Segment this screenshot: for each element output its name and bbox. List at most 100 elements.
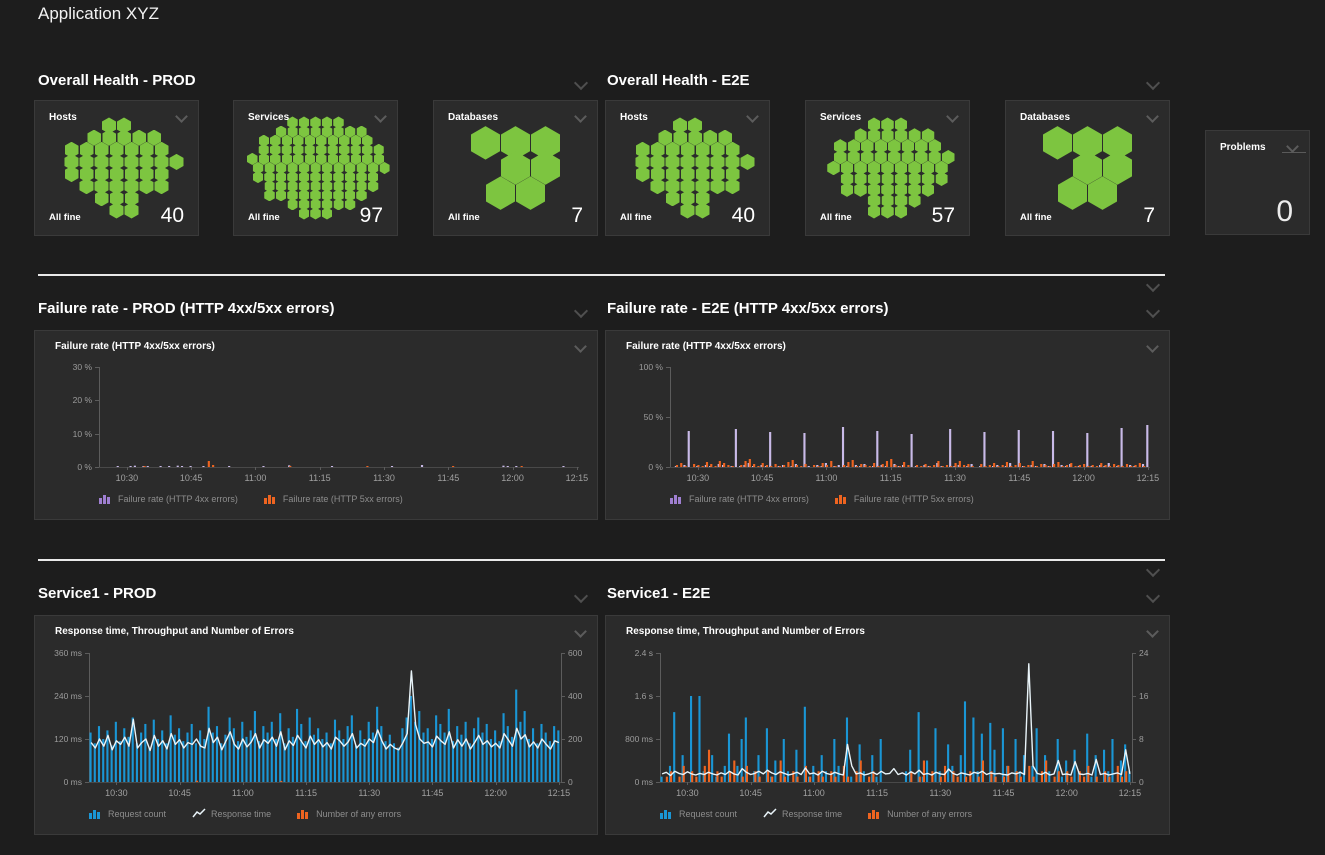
y-tick-label: 0 % [42,462,92,472]
hex-row [658,130,733,146]
hex-row [109,202,139,218]
legend-item[interactable]: Failure rate (HTTP 4xx errors) [99,493,238,504]
legend-label: Request count [679,809,737,819]
bar-series-icon [868,808,882,819]
bar-series-icon [99,493,113,504]
chevron-down-icon[interactable] [1146,278,1160,292]
health-tile-prod-hosts[interactable]: Hosts All fine 40 [34,100,199,236]
health-tile-e2e-databases[interactable]: Databases All fine 7 [1005,100,1170,236]
x-tick-label: 11:30 [358,788,380,798]
health-tile-prod-databases[interactable]: Databases All fine 7 [433,100,598,236]
y-tick-label: 0 ms [603,777,653,787]
chevron-down-icon[interactable] [1286,140,1299,153]
chart-legend: Failure rate (HTTP 4xx errors) Failure ra… [99,493,429,504]
chevron-down-icon[interactable] [574,304,588,318]
hexagon-healthy [110,202,124,218]
y-tick-label: 100 % [613,362,663,372]
x-tick-label: 10:30 [116,473,139,483]
legend-item[interactable]: Failure rate (HTTP 5xx errors) [835,493,974,504]
chart-plot-area [89,653,561,782]
problems-count: 0 [1276,195,1293,229]
status-text: All fine [620,212,652,223]
entity-count: 97 [360,204,383,228]
legend-label: Number of any errors [887,809,972,819]
y-tick-label: 2.4 s [603,648,653,658]
hexagon-healthy [368,180,379,192]
section-service1-e2e: Service1 - E2E [607,585,710,602]
section-divider [38,274,1165,276]
y-tick-label: 8 [1139,734,1144,744]
x-tick-label: 10:45 [168,788,191,798]
x-tick-label: 11:45 [1008,473,1030,483]
hexagon-healthy [1043,126,1072,159]
legend-item[interactable]: Response time [192,808,271,819]
tile-label: Services [820,112,861,123]
hex-row [64,154,184,170]
x-tick-label: 11:00 [815,473,837,483]
line-series-icon [192,808,206,819]
health-tile-e2e-hosts[interactable]: Hosts All fine 40 [605,100,770,236]
service1-e2e-chart: 2.4 s1.6 s800 ms0 ms24168010:3010:4511:0… [606,616,1169,834]
hex-row [650,178,740,194]
y-tick-label: 1.6 s [603,691,653,701]
legend-item[interactable]: Failure rate (HTTP 5xx errors) [264,493,403,504]
legend-label: Response time [211,809,271,819]
problems-tile[interactable]: Problems 0 [1205,130,1310,235]
hex-row [252,162,390,174]
legend-item[interactable]: Number of any errors [297,808,401,819]
section-overall-health-prod: Overall Health - PROD [38,72,196,89]
tile-label: Databases [1020,112,1070,123]
y-tick-label: 600 [568,648,582,658]
hexagon-healthy [935,172,948,186]
legend-item[interactable]: Response time [763,808,842,819]
legend-item[interactable]: Failure rate (HTTP 4xx errors) [670,493,809,504]
legend-label: Response time [782,809,842,819]
section-service1-prod: Service1 - PROD [38,585,156,602]
legend-item[interactable]: Request count [89,808,166,819]
hexagon-healthy [333,198,344,210]
x-tick-label: 12:15 [1137,473,1160,483]
legend-item[interactable]: Request count [660,808,737,819]
sparkline-placeholder [1282,152,1306,153]
chart-title: Failure rate (HTTP 4xx/5xx errors) [626,341,786,352]
chevron-down-icon[interactable] [1146,76,1160,90]
x-tick-label: 12:15 [566,473,589,483]
status-text: All fine [49,212,81,223]
bar-series-icon [264,493,278,504]
service1-prod-chart: 360 ms240 ms120 ms0 ms600400200010:3010:… [35,616,597,834]
y-tick-label: 24 [1139,648,1148,658]
x-tick-label: 11:15 [295,788,317,798]
x-tick-label: 11:15 [309,473,331,483]
chevron-down-icon[interactable] [574,76,588,90]
hexagon-healthy [726,178,740,194]
y-tick-label: 0 [568,777,573,787]
service1-prod-chart-tile[interactable]: Response time, Throughput and Number of … [34,615,598,835]
chevron-down-icon[interactable] [574,589,588,603]
legend-label: Failure rate (HTTP 5xx errors) [854,494,974,504]
hexagon-healthy [80,178,94,194]
x-tick-label: 11:45 [422,788,444,798]
chevron-down-icon[interactable] [1146,589,1160,603]
hexagon-healthy [711,178,725,194]
legend-label: Failure rate (HTTP 5xx errors) [283,494,403,504]
legend-item[interactable]: Number of any errors [868,808,972,819]
x-tick-label: 12:15 [548,788,571,798]
tile-label: Hosts [620,112,648,123]
x-tick-label: 10:45 [180,473,203,483]
failure-rate-prod-chart-tile[interactable]: Failure rate (HTTP 4xx/5xx errors) 30 %2… [34,330,598,520]
y-tick-label: 30 % [42,362,92,372]
x-tick-label: 12:00 [484,788,507,798]
failure-rate-e2e-chart-tile[interactable]: Failure rate (HTTP 4xx/5xx errors) 100 %… [605,330,1170,520]
health-tile-prod-services[interactable]: Services All fine 97 [233,100,398,236]
health-tile-e2e-services[interactable]: Services All fine 57 [805,100,970,236]
chevron-down-icon[interactable] [1146,563,1160,577]
chart-plot-area [660,653,1132,782]
service1-e2e-chart-tile[interactable]: Response time, Throughput and Number of … [605,615,1170,835]
entity-count: 57 [932,204,955,228]
x-tick-label: 10:30 [105,788,128,798]
x-tick-label: 11:30 [373,473,395,483]
section-overall-health-e2e: Overall Health - E2E [607,72,750,89]
x-tick-label: 11:00 [244,473,266,483]
chevron-down-icon[interactable] [1146,304,1160,318]
legend-label: Failure rate (HTTP 4xx errors) [689,494,809,504]
